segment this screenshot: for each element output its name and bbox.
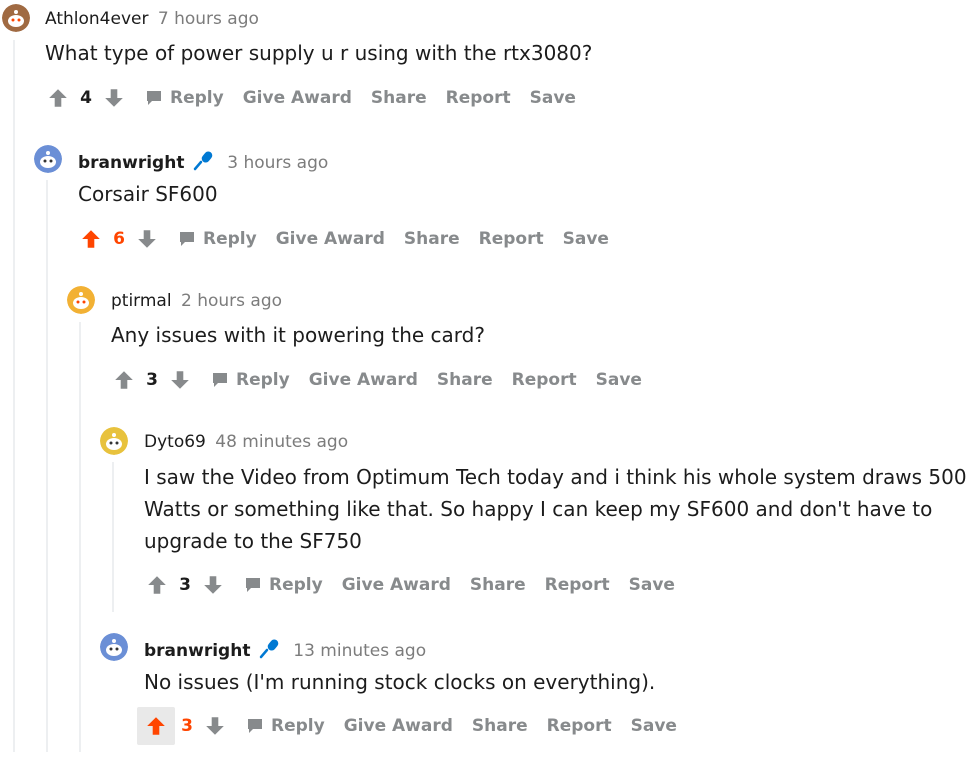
share-button[interactable]: Share bbox=[437, 370, 493, 390]
report-button[interactable]: Report bbox=[547, 716, 612, 736]
comment-body: Any issues with it powering the card? bbox=[111, 319, 485, 351]
give-award-button[interactable]: Give Award bbox=[276, 229, 385, 249]
comment-actions: 6 Reply Give Award Share Report Save bbox=[77, 222, 609, 256]
save-button[interactable]: Save bbox=[563, 229, 609, 249]
comment-actions: 4 Reply Give Award Share Report Save bbox=[44, 81, 576, 115]
snoo-avatar-icon[interactable] bbox=[100, 427, 128, 455]
comment-author[interactable]: branwright bbox=[144, 641, 250, 661]
microphone-icon bbox=[258, 637, 280, 665]
snoo-avatar-icon[interactable] bbox=[67, 286, 95, 314]
thread-line-level-2[interactable] bbox=[46, 180, 48, 752]
snoo-avatar-icon[interactable] bbox=[2, 4, 30, 32]
reply-button[interactable]: Reply bbox=[177, 229, 257, 249]
comment-author[interactable]: branwright bbox=[78, 153, 184, 173]
thread-line-level-1[interactable] bbox=[13, 40, 15, 752]
save-button[interactable]: Save bbox=[629, 575, 675, 595]
share-button[interactable]: Share bbox=[472, 716, 528, 736]
downvote-arrow-icon bbox=[105, 89, 123, 107]
comment-body-line: upgrade to the SF750 bbox=[144, 529, 362, 553]
share-button[interactable]: Share bbox=[470, 575, 526, 595]
comment-body: I saw the Video from Optimum Tech today … bbox=[144, 461, 967, 557]
downvote-button[interactable] bbox=[201, 709, 229, 743]
upvote-button[interactable] bbox=[44, 81, 72, 115]
give-award-button[interactable]: Give Award bbox=[243, 88, 352, 108]
reply-label: Reply bbox=[203, 229, 257, 249]
downvote-button[interactable] bbox=[199, 568, 227, 602]
comment-timestamp[interactable]: 2 hours ago bbox=[181, 291, 282, 311]
upvote-arrow-icon bbox=[82, 230, 100, 248]
snoo-avatar-icon[interactable] bbox=[100, 633, 128, 661]
reply-button[interactable]: Reply bbox=[245, 716, 325, 736]
vote-score: 3 bbox=[179, 575, 191, 595]
give-award-button[interactable]: Give Award bbox=[344, 716, 453, 736]
comment-author[interactable]: Athlon4ever bbox=[45, 9, 148, 29]
downvote-arrow-icon bbox=[171, 371, 189, 389]
reply-label: Reply bbox=[236, 370, 290, 390]
reply-bubble-icon bbox=[180, 232, 194, 246]
vote-score: 6 bbox=[113, 229, 125, 249]
downvote-button[interactable] bbox=[100, 81, 128, 115]
downvote-arrow-icon bbox=[204, 576, 222, 594]
upvote-button[interactable] bbox=[137, 707, 175, 745]
comment-timestamp[interactable]: 3 hours ago bbox=[227, 153, 328, 173]
comment-author[interactable]: ptirmal bbox=[111, 291, 172, 311]
upvote-button[interactable] bbox=[110, 363, 138, 397]
comment-actions: 3 Reply Give Award Share Report Save bbox=[143, 568, 675, 602]
comment-timestamp[interactable]: 7 hours ago bbox=[158, 9, 259, 29]
reply-label: Reply bbox=[170, 88, 224, 108]
comment-actions: 3 Reply Give Award Share Report Save bbox=[137, 707, 677, 745]
save-button[interactable]: Save bbox=[631, 716, 677, 736]
comment-body-line: Corsair SF600 bbox=[78, 182, 218, 206]
downvote-arrow-icon bbox=[138, 230, 156, 248]
upvote-arrow-icon bbox=[148, 576, 166, 594]
reply-button[interactable]: Reply bbox=[210, 370, 290, 390]
reply-bubble-icon bbox=[248, 719, 262, 733]
save-button[interactable]: Save bbox=[530, 88, 576, 108]
upvote-button[interactable] bbox=[77, 222, 105, 256]
upvote-button[interactable] bbox=[143, 568, 171, 602]
reply-bubble-icon bbox=[246, 578, 260, 592]
comment-body: No issues (I'm running stock clocks on e… bbox=[144, 666, 655, 698]
downvote-button[interactable] bbox=[166, 363, 194, 397]
downvote-button[interactable] bbox=[133, 222, 161, 256]
reply-bubble-icon bbox=[213, 373, 227, 387]
upvote-arrow-icon bbox=[147, 717, 165, 735]
comment-body: Corsair SF600 bbox=[78, 178, 218, 210]
comment-body-line: What type of power supply u r using with… bbox=[45, 41, 593, 65]
reply-label: Reply bbox=[271, 716, 325, 736]
reply-bubble-icon bbox=[147, 91, 161, 105]
comment-body-line: Watts or something like that. So happy I… bbox=[144, 497, 933, 521]
comment-body-line: I saw the Video from Optimum Tech today … bbox=[144, 465, 967, 489]
comment-body: What type of power supply u r using with… bbox=[45, 37, 592, 69]
upvote-arrow-icon bbox=[49, 89, 67, 107]
save-button[interactable]: Save bbox=[596, 370, 642, 390]
give-award-button[interactable]: Give Award bbox=[342, 575, 451, 595]
report-button[interactable]: Report bbox=[446, 88, 511, 108]
report-button[interactable]: Report bbox=[545, 575, 610, 595]
give-award-button[interactable]: Give Award bbox=[309, 370, 418, 390]
comment-body-line: Any issues with it powering the card? bbox=[111, 323, 485, 347]
comment-actions: 3 Reply Give Award Share Report Save bbox=[110, 363, 642, 397]
share-button[interactable]: Share bbox=[371, 88, 427, 108]
vote-score: 4 bbox=[80, 88, 92, 108]
downvote-arrow-icon bbox=[206, 717, 224, 735]
report-button[interactable]: Report bbox=[479, 229, 544, 249]
comment-timestamp[interactable]: 13 minutes ago bbox=[293, 641, 426, 661]
thread-line-level-4[interactable] bbox=[112, 462, 114, 612]
report-button[interactable]: Report bbox=[512, 370, 577, 390]
reply-button[interactable]: Reply bbox=[243, 575, 323, 595]
upvote-arrow-icon bbox=[115, 371, 133, 389]
microphone-icon bbox=[192, 149, 214, 177]
share-button[interactable]: Share bbox=[404, 229, 460, 249]
snoo-avatar-icon[interactable] bbox=[34, 145, 62, 173]
thread-line-level-3[interactable] bbox=[79, 322, 81, 752]
comment-author[interactable]: Dyto69 bbox=[144, 432, 206, 452]
reply-label: Reply bbox=[269, 575, 323, 595]
reply-button[interactable]: Reply bbox=[144, 88, 224, 108]
comment-timestamp[interactable]: 48 minutes ago bbox=[215, 432, 348, 452]
vote-score: 3 bbox=[146, 370, 158, 390]
comment-body-line: No issues (I'm running stock clocks on e… bbox=[144, 670, 656, 694]
vote-score: 3 bbox=[181, 716, 193, 736]
